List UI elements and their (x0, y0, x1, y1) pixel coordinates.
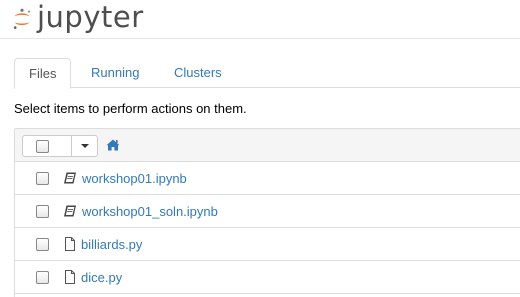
list-item[interactable]: workshop01.ipynb (15, 162, 520, 195)
logo-text: jupyter (37, 0, 144, 34)
jupyter-logo-icon (13, 8, 31, 29)
row-checkbox[interactable] (36, 238, 49, 251)
row-checkbox[interactable] (36, 271, 49, 284)
row-checkbox[interactable] (36, 172, 49, 185)
file-name-link[interactable]: billiards.py (81, 237, 142, 252)
file-list-header (15, 129, 520, 162)
tab-running[interactable]: Running (77, 58, 153, 88)
file-icon (65, 270, 75, 284)
notebook-icon (64, 205, 76, 217)
list-item[interactable]: dice.py (15, 261, 520, 294)
file-name-link[interactable]: workshop01_soln.ipynb (82, 204, 218, 219)
home-icon[interactable] (106, 139, 120, 151)
caret-down-icon (81, 144, 89, 148)
list-item[interactable]: workshop01_soln.ipynb (15, 195, 520, 228)
file-icon (65, 237, 75, 251)
select-all-checkbox[interactable] (36, 140, 49, 153)
select-dropdown-button[interactable] (71, 136, 98, 156)
tab-clusters[interactable]: Clusters (160, 58, 236, 88)
file-name-link[interactable]: dice.py (81, 270, 122, 285)
select-all-group (22, 135, 98, 157)
header: jupyter (0, 0, 520, 39)
notebook-icon (64, 172, 76, 184)
tab-bar: Files Running Clusters (14, 58, 520, 89)
jupyter-logo[interactable]: jupyter (12, 2, 144, 36)
list-item[interactable]: billiards.py (15, 228, 520, 261)
row-checkbox[interactable] (36, 205, 49, 218)
file-list: workshop01.ipynb workshop01_soln.ipynb b… (14, 128, 520, 297)
file-name-link[interactable]: workshop01.ipynb (82, 171, 187, 186)
instructions-text: Select items to perform actions on them. (14, 101, 247, 116)
tab-files[interactable]: Files (14, 58, 72, 89)
